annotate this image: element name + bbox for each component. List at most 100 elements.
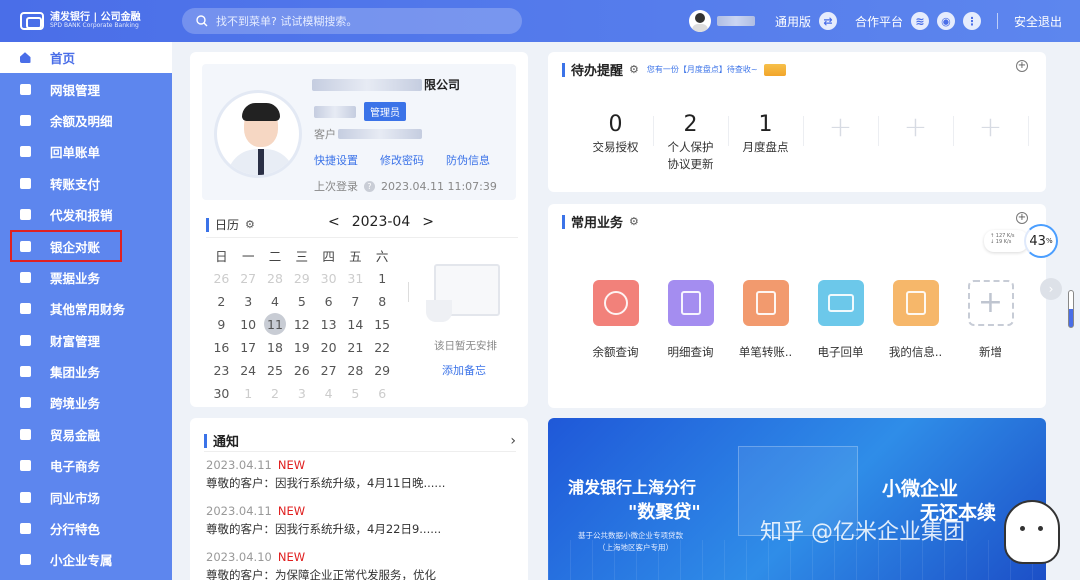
sidebar-item-reconciliation[interactable]: 银企对账 [10, 230, 122, 262]
calendar-day[interactable]: 2 [262, 384, 289, 402]
gear-icon[interactable]: ⚙ [629, 63, 639, 76]
sidebar-item-sme[interactable]: 小企业专属 [0, 544, 172, 575]
calendar-day[interactable]: 25 [262, 361, 289, 379]
calendar-day[interactable]: 6 [315, 292, 342, 310]
logout-link[interactable]: 安全退出 [1014, 13, 1062, 30]
sidebar-item-trade-finance[interactable]: 贸易金融 [0, 419, 172, 450]
calendar-day[interactable]: 24 [235, 361, 262, 379]
scrollbar[interactable] [1068, 290, 1074, 328]
calendar-day[interactable]: 14 [342, 315, 369, 333]
calendar-day[interactable]: 27 [235, 269, 262, 287]
calendar-day[interactable]: 9 [208, 315, 235, 333]
biz-add-new[interactable]: + 新增 [953, 280, 1028, 360]
sidebar-item-home[interactable]: 首页 [0, 42, 172, 74]
calendar-day[interactable]: 4 [315, 384, 342, 402]
calendar-day[interactable]: 16 [208, 338, 235, 356]
notice-item[interactable]: 2023.04.11 NEW 尊敬的客户：因我行系统升级，4月11日晚...... [206, 458, 445, 491]
calendar-day[interactable]: 31 [342, 269, 369, 287]
menu-search[interactable] [182, 8, 522, 34]
partner-platform-link[interactable]: 合作平台 [855, 13, 903, 30]
add-icon[interactable]: + [1016, 60, 1028, 72]
sidebar-item-ecommerce[interactable]: 电子商务 [0, 450, 172, 481]
quick-settings-link[interactable]: 快捷设置 [314, 152, 358, 168]
biz-detail-query[interactable]: 明细查询 [653, 280, 728, 360]
bank-logo[interactable]: 浦发银行 | 公司金融 SPD BANK Corporate Banking [0, 12, 172, 30]
sidebar-item-payroll[interactable]: 代发和报销 [0, 199, 172, 230]
add-icon[interactable]: + [1016, 212, 1028, 224]
calendar-day[interactable]: 2 [208, 292, 235, 310]
calendar-day[interactable]: 1 [235, 384, 262, 402]
sidebar-item-cross-border[interactable]: 跨境业务 [0, 387, 172, 418]
calendar-day[interactable]: 20 [315, 338, 342, 356]
anti-fraud-link[interactable]: 防伪信息 [446, 152, 490, 168]
calendar-day[interactable]: 28 [262, 269, 289, 287]
biz-e-receipt[interactable]: 电子回单 [803, 280, 878, 360]
notice-item[interactable]: 2023.04.11 NEW 尊敬的客户：因我行系统升级，4月22日9...... [206, 504, 441, 537]
promo-banner[interactable]: 浦发银行上海分行 "数聚贷" 基于公共数据小微企业专项贷款 （上海地区客户专用）… [548, 418, 1046, 580]
calendar-day[interactable]: 3 [288, 384, 315, 402]
todo-privacy-update[interactable]: 2 个人保护 协议更新 [653, 112, 728, 174]
calendar-day[interactable]: 7 [342, 292, 369, 310]
sidebar-item-balance[interactable]: 余额及明细 [0, 105, 172, 136]
biz-my-info[interactable]: 我的信息.. [878, 280, 953, 360]
next-month-button[interactable]: > [422, 214, 434, 230]
calendar-day[interactable]: 22 [369, 338, 396, 356]
calendar-day[interactable]: 19 [288, 338, 315, 356]
biz-single-transfer[interactable]: 单笔转账.. [728, 280, 803, 360]
chevron-right-icon[interactable]: › [510, 433, 516, 449]
calendar-day[interactable]: 1 [369, 269, 396, 287]
calendar-day[interactable]: 3 [235, 292, 262, 310]
calendar-day[interactable]: 29 [288, 269, 315, 287]
switch-icon[interactable]: ⇄ [818, 12, 837, 30]
calendar-day-today[interactable]: 11 [262, 313, 289, 335]
calendar-day[interactable]: 26 [288, 361, 315, 379]
sidebar-item-receipts[interactable]: 回单账单 [0, 136, 172, 167]
calendar-day[interactable]: 8 [369, 292, 396, 310]
search-input[interactable] [216, 14, 496, 28]
help-icon[interactable]: ? [364, 180, 375, 192]
sidebar-item-bills[interactable]: 票据业务 [0, 262, 172, 293]
calendar-day[interactable]: 28 [342, 361, 369, 379]
calendar-day[interactable]: 5 [342, 384, 369, 402]
calendar-day[interactable]: 6 [369, 384, 396, 402]
add-note-link[interactable]: 添加备忘 [442, 362, 486, 378]
sidebar-item-branch[interactable]: 分行特色 [0, 513, 172, 544]
gear-icon[interactable]: ⚙ [245, 218, 255, 231]
prev-month-button[interactable]: < [328, 214, 340, 230]
calendar-day[interactable]: 5 [288, 292, 315, 310]
gear-icon[interactable]: ⚙ [629, 215, 639, 228]
sidebar-item-other-finance[interactable]: 其他常用财务 [0, 293, 172, 324]
todo-add-slot[interactable]: + [878, 111, 953, 174]
network-speed-widget[interactable]: ↑ 127 K/s ↓ 19 K/s 43% [984, 224, 1060, 258]
more-icon[interactable]: ⋮ [962, 12, 981, 30]
calendar-day[interactable]: 30 [315, 269, 342, 287]
todo-note[interactable]: 您有一份【月度盘点】待查收~ [647, 64, 758, 75]
biz-balance-query[interactable]: 余额查询 [578, 280, 653, 360]
calendar-day[interactable]: 17 [235, 338, 262, 356]
layers-icon[interactable]: ≋ [910, 12, 929, 30]
calendar-day[interactable]: 18 [262, 338, 289, 356]
notice-item[interactable]: 2023.04.10 NEW 尊敬的客户：为保障企业正常代发服务，优化 [206, 550, 436, 580]
calendar-day[interactable]: 10 [235, 315, 262, 333]
calendar-day[interactable]: 29 [369, 361, 396, 379]
user-avatar[interactable] [688, 10, 711, 32]
sidebar-item-wealth[interactable]: 财富管理 [0, 325, 172, 356]
calendar-day[interactable]: 15 [369, 315, 396, 333]
calendar-day[interactable]: 12 [288, 315, 315, 333]
sidebar-item-interbank[interactable]: 同业市场 [0, 481, 172, 512]
calendar-day[interactable]: 4 [262, 292, 289, 310]
sidebar-item-group[interactable]: 集团业务 [0, 356, 172, 387]
calendar-day[interactable]: 26 [208, 269, 235, 287]
calendar-day[interactable]: 23 [208, 361, 235, 379]
sidebar-item-netbank-admin[interactable]: 网银管理 [0, 73, 172, 104]
location-icon[interactable]: ◉ [936, 12, 955, 30]
todo-monthly-check[interactable]: 1 月度盘点 [728, 112, 803, 174]
version-mode-label[interactable]: 通用版 [775, 13, 811, 30]
calendar-day[interactable]: 27 [315, 361, 342, 379]
todo-add-slot[interactable]: + [953, 111, 1028, 174]
calendar-day[interactable]: 21 [342, 338, 369, 356]
calendar-day[interactable]: 13 [315, 315, 342, 333]
todo-trade-auth[interactable]: 0 交易授权 [578, 112, 653, 174]
sidebar-item-transfer[interactable]: 转账支付 [0, 168, 172, 199]
calendar-day[interactable]: 30 [208, 384, 235, 402]
